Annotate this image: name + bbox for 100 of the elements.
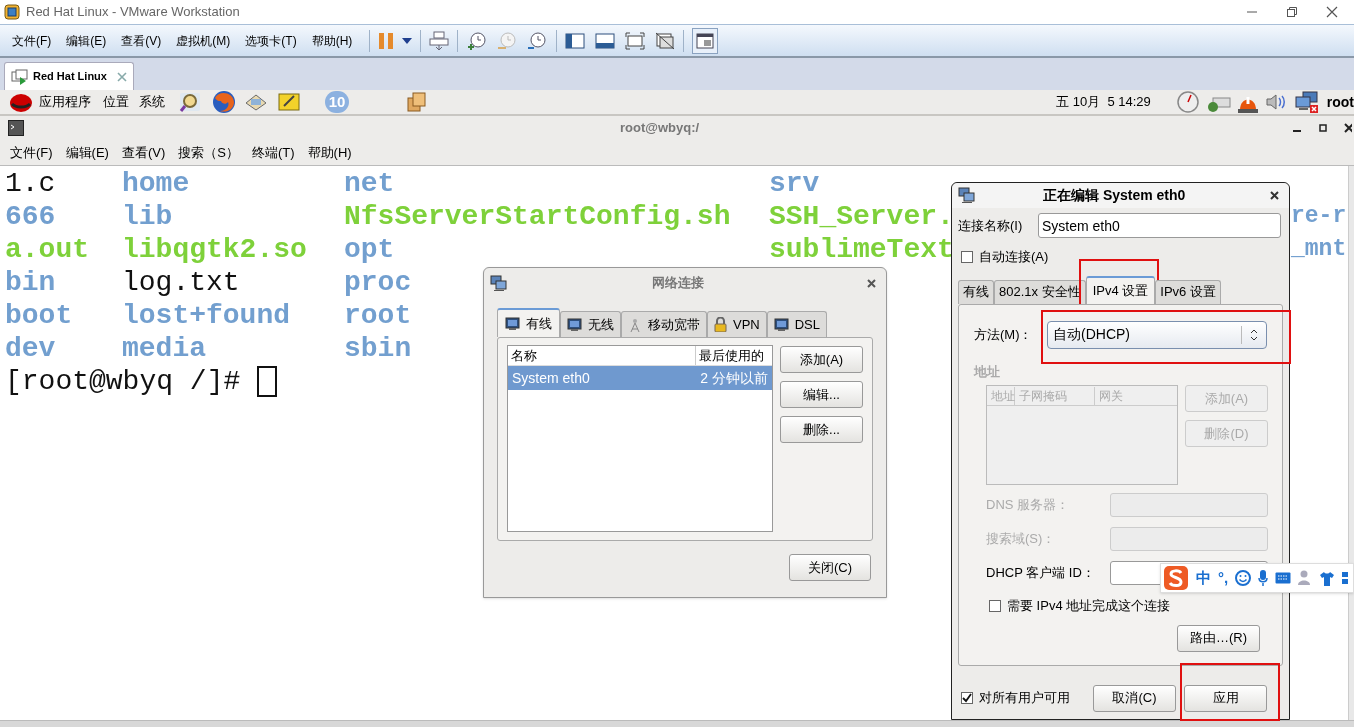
- checkbox[interactable]: [961, 692, 973, 704]
- close-button[interactable]: 关闭(C): [789, 554, 871, 581]
- dialog-button[interactable]: 添加(A): [780, 346, 863, 373]
- shirt-icon[interactable]: [1319, 570, 1336, 586]
- restore-icon[interactable]: [1286, 6, 1298, 18]
- grid-icon[interactable]: [1342, 570, 1351, 586]
- scrollbar[interactable]: [1348, 166, 1354, 720]
- menu-item[interactable]: 编辑(E): [60, 31, 113, 50]
- padlock-icon: [714, 317, 727, 332]
- menu-item[interactable]: 虚拟机(M): [170, 31, 237, 50]
- hat-logo-icon[interactable]: [9, 91, 33, 113]
- panel-menu[interactable]: 位置: [103, 92, 129, 112]
- menu-item[interactable]: 帮助(H): [301, 142, 358, 163]
- microphone-icon[interactable]: [1258, 570, 1269, 586]
- checkbox-label: 自动连接(A): [979, 248, 1049, 266]
- file-name: proc: [344, 267, 412, 298]
- close-icon[interactable]: [1326, 6, 1338, 18]
- s-logo-icon[interactable]: [1163, 565, 1189, 591]
- clock[interactable]: 五 10月 5 14:29: [1056, 92, 1151, 112]
- window-title: root@wbyq:/: [620, 119, 700, 138]
- vm-icon: [11, 68, 29, 85]
- dialog-button[interactable]: 取消(C): [1093, 684, 1176, 712]
- menu-item[interactable]: 文件(F): [6, 31, 58, 50]
- dialog-button[interactable]: 应用: [1184, 684, 1267, 712]
- section-heading: 地址: [972, 362, 1001, 381]
- dialog-button[interactable]: 编辑...: [780, 381, 863, 408]
- menu-item[interactable]: 帮助(H): [305, 31, 359, 50]
- field-label: DNS 服务器：: [986, 496, 1071, 515]
- magnifier-icon[interactable]: [178, 91, 202, 113]
- file-name: media: [122, 333, 206, 364]
- library-view-icon[interactable]: [692, 27, 719, 54]
- tab[interactable]: IPv4 设置: [1085, 275, 1156, 304]
- column-header[interactable]: 名称: [508, 345, 696, 366]
- panel-menu[interactable]: 应用程序: [39, 92, 91, 112]
- file-name: lost+found: [122, 300, 291, 331]
- method-dropdown[interactable]: 自动(DHCP): [1047, 320, 1267, 349]
- monitor-icon: [567, 317, 582, 332]
- menu-item[interactable]: 选项卡(T): [239, 31, 303, 50]
- file-name: NfsServerStartConfig.sh: [344, 201, 731, 232]
- text-cursor: [257, 366, 278, 397]
- file-name: root: [344, 300, 412, 331]
- console-view-icon[interactable]: [595, 31, 616, 50]
- tab[interactable]: 移动宽带: [621, 311, 707, 337]
- tab[interactable]: DSL: [766, 311, 828, 337]
- tab[interactable]: 802.1x 安全性: [994, 279, 1086, 304]
- name-field[interactable]: System eth0: [1038, 213, 1281, 238]
- snapshot-icon[interactable]: [466, 30, 489, 51]
- unity-icon[interactable]: [655, 31, 676, 50]
- network-offline-icon[interactable]: [1294, 91, 1319, 113]
- tab[interactable]: 有线: [958, 279, 994, 304]
- vm-tab[interactable]: Red Hat Linux: [4, 62, 134, 90]
- menu-item[interactable]: 编辑(E): [59, 142, 115, 163]
- network-icon: [958, 187, 975, 204]
- close-icon[interactable]: [1270, 191, 1279, 200]
- sidebar-icon[interactable]: [565, 31, 586, 50]
- volume-icon[interactable]: [1264, 92, 1287, 112]
- tab[interactable]: VPN: [707, 311, 767, 337]
- notepad-icon[interactable]: [278, 92, 300, 112]
- checkbox[interactable]: [961, 250, 973, 263]
- check-icon: [962, 693, 972, 703]
- tab[interactable]: 有线: [497, 308, 560, 337]
- column-header: 网关: [1098, 387, 1124, 405]
- tab[interactable]: IPv6 设置: [1155, 279, 1221, 304]
- maximize-icon[interactable]: [1318, 123, 1328, 133]
- dialog-button[interactable]: 删除...: [780, 416, 863, 443]
- caret-icon[interactable]: [402, 37, 413, 44]
- panel-menu[interactable]: 系统: [139, 92, 165, 112]
- file-name: 666: [5, 201, 56, 232]
- user-name[interactable]: root: [1326, 91, 1354, 113]
- menu-item[interactable]: 文件(F): [4, 142, 59, 163]
- file-name: sbin: [344, 333, 412, 364]
- network-icon: [490, 274, 507, 292]
- menu-item[interactable]: 搜索（S）: [172, 142, 245, 163]
- gauge-icon[interactable]: [1176, 91, 1199, 113]
- snapshot-icon[interactable]: [526, 30, 549, 51]
- close-icon[interactable]: [1344, 123, 1352, 133]
- routes-button[interactable]: 路由…(R): [1177, 624, 1260, 652]
- fullscreen-icon[interactable]: [625, 31, 646, 50]
- file-name: bin: [5, 267, 56, 298]
- smiley-icon[interactable]: [1235, 570, 1252, 586]
- field-label: 搜索域(S)：: [986, 530, 1057, 549]
- file-name: boot: [5, 300, 73, 331]
- file-name: SSH_Server.: [769, 201, 954, 232]
- tab[interactable]: 无线: [560, 311, 621, 337]
- file-name: re-r: [1291, 203, 1347, 229]
- monitor-icon: [773, 317, 789, 332]
- send-keys-icon[interactable]: [429, 30, 450, 51]
- browser-icon[interactable]: [212, 90, 236, 114]
- vmware-icon: [4, 4, 20, 20]
- column-header[interactable]: 最后使用的: [696, 345, 764, 366]
- punctuation-mode[interactable]: °,: [1218, 566, 1229, 590]
- menu-item[interactable]: 终端(T): [245, 142, 301, 163]
- menu-item[interactable]: 查看(V): [115, 31, 168, 50]
- terminal-icon: [8, 120, 24, 136]
- checkbox[interactable]: [989, 599, 1001, 612]
- close-icon[interactable]: [867, 278, 876, 288]
- menu-item[interactable]: 查看(V): [115, 142, 172, 163]
- package-icon[interactable]: [405, 91, 427, 113]
- input-mode[interactable]: 中: [1196, 566, 1211, 590]
- prompt: [root@wbyq /]#: [5, 365, 241, 398]
